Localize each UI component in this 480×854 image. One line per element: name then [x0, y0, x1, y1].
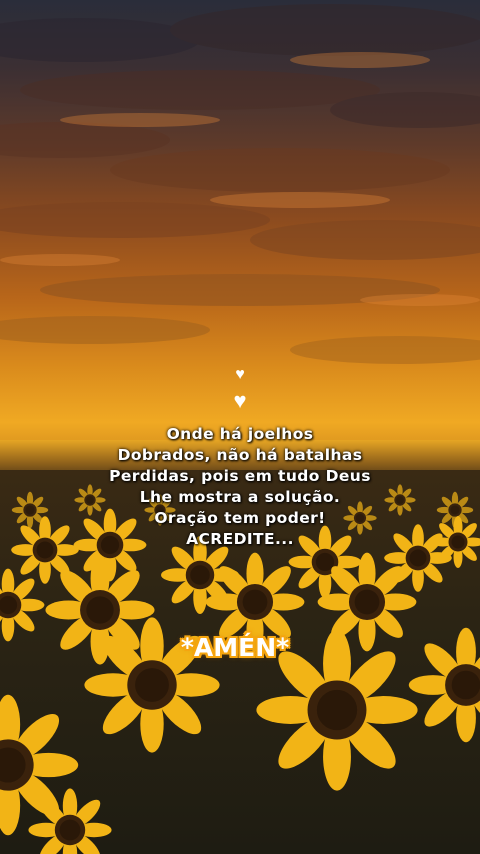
quote-text: Onde há joelhos Dobrados, não há batalha… [0, 424, 480, 550]
quote-line: Oração tem poder! [154, 509, 326, 527]
quote-line: Perdidas, pois em tudo Deus [109, 467, 371, 485]
heart-icon-large: ♥ [233, 388, 247, 413]
amen-badge: *AMÉN* [180, 632, 290, 662]
quote-line: Lhe mostra a solução. [139, 488, 341, 506]
quote-line: Dobrados, não há batalhas [117, 446, 363, 464]
cloud-layer [0, 4, 480, 364]
heart-icon-small: ♥ [235, 366, 245, 383]
quote-line: Onde há joelhos [166, 425, 314, 443]
scene: ♥ ♥ Onde há joelhos Dobrados, não há bat… [0, 0, 480, 854]
quote-line: ACREDITE... [186, 530, 294, 548]
